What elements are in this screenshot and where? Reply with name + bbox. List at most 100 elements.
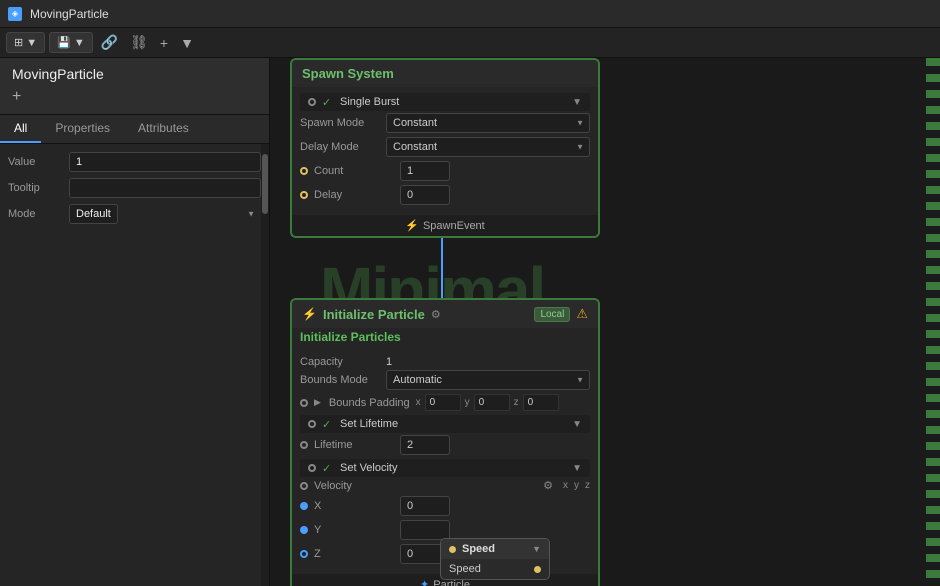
single-burst-expand[interactable]: ▼ [572, 97, 582, 108]
z-label: z [514, 397, 519, 408]
z-channel-label: Z [314, 548, 394, 560]
delay-mode-select-wrapper: Constant [386, 137, 590, 157]
delay-row: Delay [300, 185, 590, 205]
bounds-x-input[interactable] [425, 394, 461, 411]
spawn-event-label: SpawnEvent [423, 220, 485, 232]
velocity-dot[interactable] [300, 482, 308, 490]
x-input[interactable] [400, 496, 450, 516]
vel-gear[interactable]: ⚙ [543, 479, 553, 492]
set-lifetime-expand[interactable]: ▼ [572, 419, 582, 430]
lightning-icon: ⚡ [405, 219, 419, 232]
set-velocity-check[interactable]: ✓ [322, 462, 334, 474]
count-input[interactable] [400, 161, 450, 181]
single-burst-check[interactable]: ✓ [322, 96, 334, 108]
set-velocity-expand[interactable]: ▼ [572, 463, 582, 474]
add-btn[interactable]: + [156, 33, 172, 53]
count-label: Count [314, 165, 394, 177]
spawn-mode-row: Spawn Mode Constant [300, 113, 590, 133]
single-burst-dot[interactable] [308, 98, 316, 106]
vel-y-label: y [574, 480, 579, 491]
count-row: Count [300, 161, 590, 181]
save-btn[interactable]: 💾 ▼ [49, 32, 93, 53]
more-btn[interactable]: ▼ [176, 33, 198, 53]
save-icon: 💾 [57, 36, 71, 49]
spawn-system-header: Spawn System [292, 60, 598, 87]
scroll-thumb[interactable] [262, 154, 268, 214]
bounds-z-input[interactable] [523, 394, 559, 411]
set-velocity-dot[interactable] [308, 464, 316, 472]
x-channel-label: X [314, 500, 394, 512]
grid-btn[interactable]: ⊞ ▼ [6, 32, 45, 53]
panel-add-button[interactable]: + [12, 88, 21, 106]
gear-icon[interactable]: ⚙ [431, 308, 441, 321]
bounds-mode-select[interactable]: Automatic [386, 370, 590, 390]
lifetime-row: Lifetime [300, 435, 590, 455]
speed-title: Speed [462, 543, 495, 555]
bounds-padding-row: ▶ Bounds Padding x y z [300, 394, 590, 411]
save-dropdown: ▼ [74, 37, 85, 49]
spawn-system-node: Spawn System ✓ Single Burst ▼ Spawn Mode… [290, 58, 600, 238]
tabs-row: All Properties Attributes [0, 115, 269, 144]
grid-icon: ⊞ [14, 36, 23, 49]
bounds-mode-label: Bounds Mode [300, 374, 380, 386]
set-lifetime-dot[interactable] [308, 420, 316, 428]
xyz-row: x y z [416, 394, 559, 411]
link-btn[interactable]: 🔗 [97, 32, 122, 53]
main-area: MovingParticle + All Properties Attribut… [0, 58, 940, 586]
x-dot[interactable] [300, 502, 308, 510]
lifetime-input[interactable] [400, 435, 450, 455]
value-input[interactable] [69, 152, 261, 172]
delay-mode-select[interactable]: Constant [386, 137, 590, 157]
initialize-title: Initialize Particle [323, 307, 425, 322]
y-dot[interactable] [300, 526, 308, 534]
y-input[interactable] [400, 520, 450, 540]
tooltip-input[interactable] [69, 178, 261, 198]
spawn-mode-label: Spawn Mode [300, 117, 380, 129]
right-border-dashes [926, 58, 940, 586]
bounds-y-input[interactable] [474, 394, 510, 411]
capacity-label: Capacity [300, 356, 380, 368]
warning-icon: ⚠ [576, 306, 588, 322]
single-burst-label: Single Burst [340, 96, 399, 108]
mode-select-wrapper: Default [69, 204, 261, 224]
vel-z-label: z [585, 480, 590, 491]
count-dot[interactable] [300, 167, 308, 175]
lifetime-dot[interactable] [300, 441, 308, 449]
x-label: x [416, 397, 421, 408]
speed-expand[interactable]: ▼ [532, 544, 541, 554]
grid-dropdown: ▼ [26, 37, 37, 49]
y-channel-label: Y [314, 524, 394, 536]
tab-all[interactable]: All [0, 115, 41, 143]
app-title: MovingParticle [30, 7, 109, 21]
speed-dot[interactable] [449, 546, 456, 553]
speed-out-dot[interactable] [534, 566, 541, 573]
bounds-dot[interactable] [300, 399, 308, 407]
set-lifetime-row: ✓ Set Lifetime ▼ [300, 415, 590, 433]
bounds-mode-select-wrapper: Automatic [386, 370, 590, 390]
delay-dot[interactable] [300, 191, 308, 199]
capacity-row: Capacity 1 [300, 354, 590, 370]
mode-row: Mode Default [8, 204, 261, 224]
canvas-area[interactable]: Minimal Spawn System ✓ Single Burst ▼ Sp… [270, 58, 940, 586]
scroll-track[interactable] [261, 144, 269, 586]
tab-attributes[interactable]: Attributes [124, 115, 203, 143]
local-badge: Local [534, 307, 570, 322]
vel-x-label: x [563, 480, 568, 491]
value-row: Value [8, 152, 261, 172]
app-icon: ◈ [8, 7, 22, 21]
delay-input[interactable] [400, 185, 450, 205]
z-dot[interactable] [300, 550, 308, 558]
set-velocity-label: Set Velocity [340, 462, 397, 474]
mode-select[interactable]: Default [69, 204, 118, 224]
tab-properties[interactable]: Properties [41, 115, 124, 143]
bounds-mode-row: Bounds Mode Automatic [300, 370, 590, 390]
set-lifetime-check[interactable]: ✓ [322, 418, 334, 430]
speed-header: Speed ▼ [441, 539, 549, 559]
delay-mode-label: Delay Mode [300, 141, 380, 153]
spawn-mode-select[interactable]: Constant [386, 113, 590, 133]
link2-btn[interactable]: ⛓ [126, 32, 152, 53]
capacity-value: 1 [386, 356, 392, 368]
bounds-expand[interactable]: ▶ [314, 397, 321, 408]
spawn-system-title: Spawn System [302, 66, 394, 81]
speed-body: Speed [441, 559, 549, 579]
